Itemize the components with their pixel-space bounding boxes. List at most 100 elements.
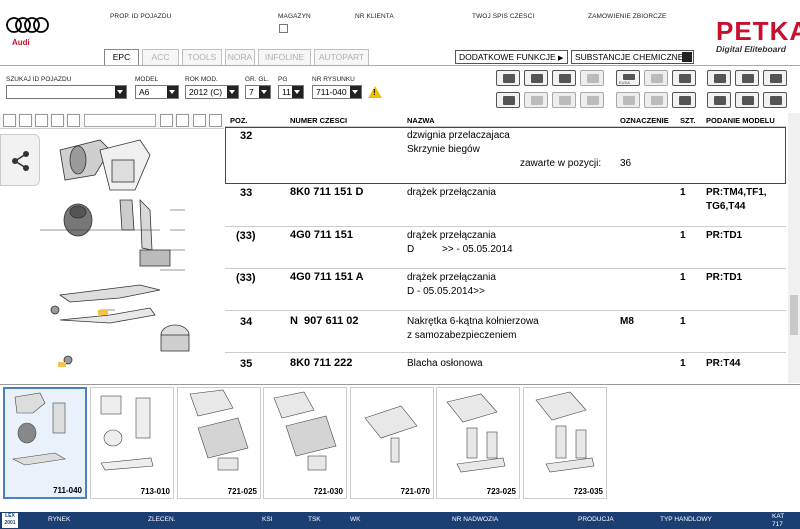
petka-logo: PETKA [716,16,800,46]
status-zlecen: ZLECEN. [148,516,176,523]
car-icon[interactable] [552,92,576,108]
row-nazwa: drążek przełączania [407,230,496,241]
grid-icon[interactable] [644,92,668,108]
vehicle-search-select[interactable] [6,85,127,99]
diagram-search-input[interactable] [84,114,156,127]
tab-acc[interactable]: ACC [142,49,179,65]
next-page-icon[interactable] [763,92,787,108]
parts-catalog-icon[interactable] [524,70,548,86]
thumbnail-label: 713-010 [140,487,170,496]
magazyn-checkbox[interactable] [279,24,288,33]
search-icon[interactable] [67,114,80,127]
exploded-parts-diagram[interactable] [40,130,220,380]
link-icon[interactable] [580,70,604,86]
zoom-area-icon[interactable] [51,114,64,127]
thumbnail-723-025[interactable]: 723-025 [436,387,520,499]
tab-autopart[interactable]: AUTOPART [314,49,369,65]
row-part-number[interactable]: 4G0 711 151 A [290,271,364,283]
thumbnail-label: 723-035 [573,487,603,496]
tab-nora[interactable]: NORA [225,49,255,65]
thumbnail-label: 721-070 [400,487,430,496]
first-page-icon[interactable] [707,92,731,108]
col-header-podanie[interactable]: PODANIE MODELU [706,116,775,125]
thumbnail-713-010[interactable]: 713-010 [90,387,174,499]
row-part-number[interactable]: 8K0 711 151 D [290,186,363,198]
tab-tools[interactable]: TOOLS [182,49,222,65]
row-szt: 1 [680,358,686,369]
thumbnail-strip: 711-040 713-010 721-025 721-030 721-070 … [0,384,800,502]
thumbnail-721-025[interactable]: 721-025 [177,387,261,499]
gr-select[interactable]: 7 [245,85,271,99]
print-icon[interactable] [496,70,520,86]
row-poz: (33) [236,230,256,242]
zoom-out-icon[interactable] [19,114,32,127]
layout-icon[interactable] [176,114,189,127]
nr-rysunku-select[interactable]: 711-040 [312,85,362,99]
chevron-down-icon [115,86,126,98]
status-kat-value: 717 [772,521,783,528]
monitor-icon[interactable] [616,92,640,108]
col-header-nr[interactable]: NUMER CZESCI [290,116,347,125]
cart-icon[interactable] [672,70,696,86]
thumbnail-drawing [364,405,418,463]
thumbnail-drawing [446,393,506,473]
pg-select[interactable]: 11 [278,85,304,99]
cart-add-icon[interactable] [672,92,696,108]
row-szt: 1 [680,230,686,241]
thumbnail-723-035[interactable]: 723-035 [523,387,607,499]
table-scrollbar[interactable] [788,113,800,383]
row-poz: 32 [240,130,253,142]
rok-select[interactable]: 2012 (C) [185,85,239,99]
row-part-number[interactable]: 8K0 711 222 [290,357,352,369]
thumbnail-711-040[interactable]: 711-040 [3,387,87,499]
dodatkowe-funkcje-dropdown[interactable]: DODATKOWE FUNKCJE ▶ [455,50,568,64]
col-header-oznaczenie[interactable]: OZNACZENIE [620,116,669,125]
substancje-chemiczne-dropdown[interactable]: SUBSTANCJE CHEMICZNE [571,50,694,64]
col-header-szt[interactable]: SZT. [680,116,695,125]
prop-id-label: PROP. ID POJAZDU [110,13,172,20]
share-button[interactable] [0,134,40,186]
twoj-spis-label: TWOJ SPIS CZESCI [472,13,535,20]
row-nazwa: Blacha osłonowa [407,358,483,369]
zoom-fit-icon[interactable] [35,114,48,127]
row-part-number[interactable]: N 907 611 02 [290,315,359,327]
tools-icon[interactable] [552,70,576,86]
arrow-icon[interactable] [580,92,604,108]
status-produkcja: PRODUCJA [578,516,614,523]
thumbnail-721-070[interactable]: 721-070 [350,387,434,499]
nr-rysunku-label: NR RYSUNKU [312,76,355,83]
row-podanie: PR:TD1 [706,272,743,283]
row-part-number[interactable]: 4G0 711 151 [290,229,353,241]
list-icon[interactable] [496,92,520,108]
audi-logo-text: Audi [12,38,30,47]
move-icon[interactable] [209,114,222,127]
row-poz: 33 [240,187,253,199]
thumbnail-label: 723-025 [486,487,516,496]
book-back-icon[interactable] [735,70,759,86]
row-szt: 1 [680,316,686,327]
row-nazwa: Nakrętka 6-kątna kołnierzowa [407,316,539,327]
3d-icon[interactable] [160,114,173,127]
diagram-toolbar [0,113,224,129]
col-header-nazwa[interactable]: NAZWA [407,116,435,125]
row-poz: 35 [240,358,253,370]
row-poz: 34 [240,316,253,328]
tab-infoline[interactable]: INFOLINE [258,49,311,65]
tab-epc[interactable]: EPC [104,49,139,66]
audi-rings-logo [6,17,49,33]
pin-icon[interactable] [707,70,731,86]
col-header-poz[interactable]: POZ. [230,116,248,125]
screen-icon[interactable] [644,70,668,86]
zoom-in-icon[interactable] [3,114,16,127]
status-tsk: TSK [308,516,321,523]
prev-page-icon[interactable] [735,92,759,108]
key-icon[interactable] [524,92,548,108]
row-nazwa-2: Skrzynie biegów [407,144,480,155]
eusa-icon[interactable]: EUSA [616,70,640,86]
model-select[interactable]: A6 [135,85,179,99]
scrollbar-thumb[interactable] [790,295,798,335]
chevron-down-icon [350,86,361,98]
book-forward-icon[interactable] [763,70,787,86]
split-view-icon[interactable] [193,114,206,127]
thumbnail-721-030[interactable]: 721-030 [263,387,347,499]
